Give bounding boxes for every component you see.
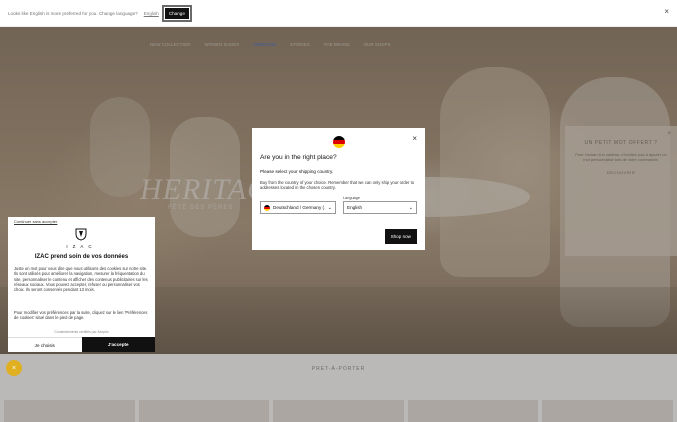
germany-flag-icon xyxy=(332,136,345,148)
izac-logo-icon xyxy=(75,228,87,241)
modal-subtitle: Please select your shipping country. xyxy=(260,169,334,174)
cookie-consent-panel: Continuer sans accepter IZAC IZAC prend … xyxy=(8,217,155,352)
cookie-body: Juste un mot pour vous dire que nous uti… xyxy=(14,266,148,293)
language-link[interactable]: English xyxy=(144,11,159,16)
language-suggestion-bar: Looks like English is more preferred for… xyxy=(0,0,677,27)
language-select[interactable]: English ⌄ xyxy=(343,201,417,215)
germany-flag-icon xyxy=(264,204,270,211)
chevron-down-icon: ⌄ xyxy=(408,204,413,211)
chevron-down-icon: ⌄ xyxy=(327,204,332,211)
brand-name: IZAC xyxy=(66,244,97,249)
continue-without-accepting-link[interactable]: Continuer sans accepter xyxy=(14,219,57,224)
close-icon[interactable]: × xyxy=(664,7,669,16)
country-selector-modal: × Are you in the right place? Please sel… xyxy=(252,128,425,250)
cookie-title: IZAC prend soin de vos données xyxy=(34,254,129,260)
country-select[interactable]: Deutschland / Germany (… ⌄ xyxy=(260,201,336,215)
cookie-body: Pour modifier vos préférences par la sui… xyxy=(14,310,148,321)
axeptio-credit: Consentements certifiés par Axeptio xyxy=(54,330,109,334)
cookie-buttons: Je choisis J'accepte xyxy=(8,337,155,352)
choose-cookies-button[interactable]: Je choisis xyxy=(8,337,82,352)
country-field: Deutschland / Germany (… ⌄ xyxy=(260,196,336,215)
language-suggestion-text: Looks like English is more preferred for… xyxy=(8,10,138,16)
modal-description: Buy from the country of your choice. Rem… xyxy=(260,180,415,191)
change-language-button[interactable]: Change xyxy=(161,4,192,22)
language-select-value: English xyxy=(347,205,363,211)
selector-row: Deutschland / Germany (… ⌄ Language Engl… xyxy=(260,196,417,215)
shop-now-button[interactable]: Shop now xyxy=(384,229,417,244)
accept-cookies-button[interactable]: J'accepte xyxy=(81,337,155,352)
close-icon[interactable]: × xyxy=(412,134,417,143)
country-select-value: Deutschland / Germany (… xyxy=(273,205,325,211)
cookie-settings-button[interactable]: × xyxy=(6,360,22,376)
modal-title: Are you in the right place? xyxy=(260,154,337,161)
language-field: Language English ⌄ xyxy=(343,196,417,215)
close-icon: × xyxy=(11,364,17,372)
